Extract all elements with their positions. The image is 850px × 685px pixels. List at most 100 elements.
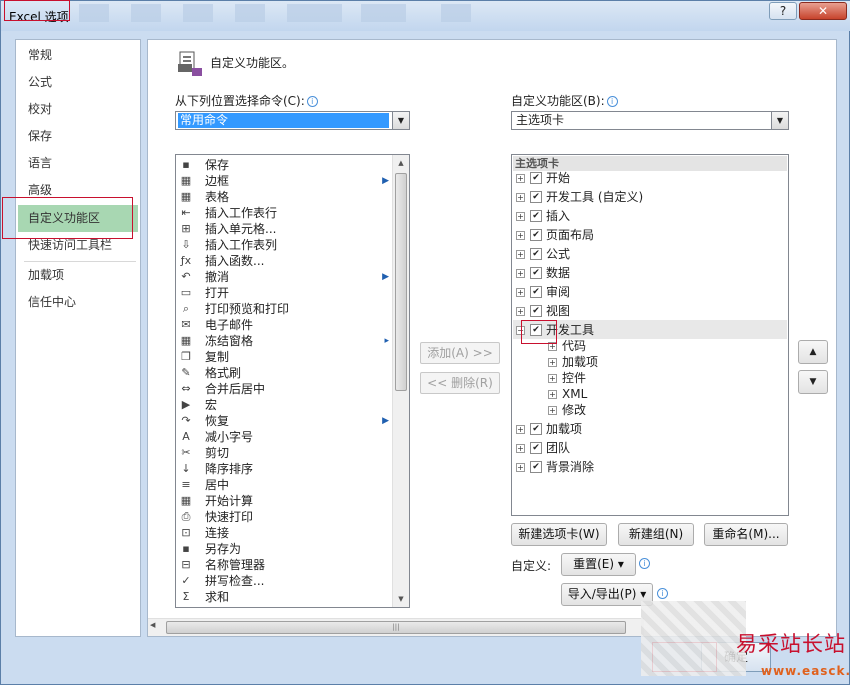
list-item[interactable]: ▦ 表格: [177, 189, 391, 205]
tree-tab-node[interactable]: + ✔ 开始: [512, 169, 786, 187]
list-item[interactable]: ▪ 保存: [177, 157, 391, 173]
expand-icon[interactable]: +: [516, 288, 525, 297]
tab-checkbox[interactable]: ✔: [530, 442, 542, 454]
sidebar-item-save[interactable]: 保存: [28, 125, 52, 147]
scroll-up-icon[interactable]: ▲: [393, 155, 409, 171]
tab-checkbox[interactable]: ✔: [530, 423, 542, 435]
list-item[interactable]: ↓ 降序排序: [177, 461, 391, 477]
tab-checkbox[interactable]: ✔: [530, 172, 542, 184]
sidebar-item-formulas[interactable]: 公式: [28, 71, 52, 93]
add-button[interactable]: 添加(A) >>: [420, 342, 500, 364]
tree-tab-node[interactable]: + ✔ 背景消除: [512, 458, 786, 476]
command-list[interactable]: ▪ 保存 ▦ 边框 ▶ ▦ 表格 ⇤ 插入工作表行 ⊞ 插入单元格... ⇩ 插入工作表列 ƒx 插入函数.…: [175, 154, 410, 608]
new-group-button[interactable]: 新建组(N): [618, 523, 694, 546]
move-down-button[interactable]: ▼: [798, 370, 828, 394]
reset-button[interactable]: 重置(E) ▾: [561, 553, 636, 576]
tree-tab-node[interactable]: + ✔ 审阅: [512, 283, 786, 301]
tab-checkbox[interactable]: ✔: [530, 461, 542, 473]
list-item[interactable]: ▪ 另存为: [177, 541, 391, 557]
sidebar-item-trust-center[interactable]: 信任中心: [28, 291, 76, 313]
list-item[interactable]: ⇩ 插入工作表列: [177, 237, 391, 253]
tab-checkbox[interactable]: ✔: [530, 248, 542, 260]
list-item[interactable]: ▶ 宏: [177, 397, 391, 413]
tree-tab-node[interactable]: + ✔ 插入: [512, 207, 786, 225]
ribbon-tree[interactable]: 主选项卡 + ✔ 开始 + ✔ 开发工具 (自定义) + ✔ 插入 + ✔ 页面布局 + ✔ 公式 + ✔ 数据 +…: [511, 154, 789, 516]
list-item[interactable]: ▦ 冻结窗格 ▸: [177, 333, 391, 349]
left-source-label: 从下列位置选择命令(C): i: [175, 92, 318, 109]
list-item[interactable]: ▭ 打开: [177, 285, 391, 301]
list-item[interactable]: ▦ 边框 ▶: [177, 173, 391, 189]
sidebar-item-proofing[interactable]: 校对: [28, 98, 52, 120]
list-item[interactable]: ⌕ 打印预览和打印: [177, 301, 391, 317]
move-up-button[interactable]: ▲: [798, 340, 828, 364]
tree-tab-node[interactable]: + ✔ 团队: [512, 439, 786, 457]
tab-checkbox[interactable]: ✔: [530, 267, 542, 279]
import-export-button[interactable]: 导入/导出(P) ▾: [561, 583, 653, 606]
tree-tab-node[interactable]: + ✔ 公式: [512, 245, 786, 263]
list-item[interactable]: ⊡ 连接: [177, 525, 391, 541]
list-item[interactable]: ⇔ 合并后居中: [177, 381, 391, 397]
tree-tab-node[interactable]: + ✔ 页面布局: [512, 226, 786, 244]
expand-icon[interactable]: +: [516, 307, 525, 316]
expand-icon[interactable]: +: [516, 444, 525, 453]
command-source-dropdown[interactable]: 常用命令 ▼: [175, 111, 410, 130]
command-list-scrollbar[interactable]: ▲ ▼: [392, 155, 409, 607]
sidebar-item-add-ins[interactable]: 加载项: [28, 264, 64, 286]
tree-tab-node[interactable]: + ✔ 视图: [512, 302, 786, 320]
tab-checkbox[interactable]: ✔: [530, 229, 542, 241]
list-item[interactable]: A 减小字号: [177, 429, 391, 445]
list-item[interactable]: ƒx 插入函数...: [177, 253, 391, 269]
calculator-icon: ▦: [180, 494, 192, 507]
list-item[interactable]: ✉ 电子邮件: [177, 317, 391, 333]
close-button[interactable]: ✕: [799, 2, 847, 20]
tree-tab-node[interactable]: + ✔ 加载项: [512, 420, 786, 438]
list-item[interactable]: ↷ 恢复 ▶: [177, 413, 391, 429]
list-item[interactable]: ▦ 开始计算: [177, 493, 391, 509]
scroll-left-icon[interactable]: ◀: [150, 621, 155, 629]
list-item-label: 格式刷: [205, 366, 242, 380]
sidebar-item-language[interactable]: 语言: [28, 152, 52, 174]
tab-checkbox[interactable]: ✔: [530, 286, 542, 298]
tab-checkbox[interactable]: ✔: [530, 305, 542, 317]
list-item[interactable]: ✎ 格式刷: [177, 365, 391, 381]
expand-icon[interactable]: +: [516, 463, 525, 472]
expand-icon[interactable]: +: [548, 390, 557, 399]
list-item[interactable]: ⊟ 名称管理器: [177, 557, 391, 573]
expand-icon[interactable]: +: [516, 174, 525, 183]
list-item[interactable]: ≡ 居中: [177, 477, 391, 493]
dropdown-arrow-icon[interactable]: ▼: [392, 112, 409, 129]
dropdown-arrow-icon[interactable]: ▼: [771, 112, 788, 129]
rename-button[interactable]: 重命名(M)...: [704, 523, 788, 546]
tree-tab-node[interactable]: + ✔ 数据: [512, 264, 786, 282]
expand-icon[interactable]: +: [516, 425, 525, 434]
list-item[interactable]: ✓ 拼写检查...: [177, 573, 391, 589]
list-item[interactable]: ↶ 撤消 ▶: [177, 269, 391, 285]
help-button[interactable]: ?: [769, 2, 797, 20]
expand-icon[interactable]: +: [548, 358, 557, 367]
scroll-thumb[interactable]: |||: [166, 621, 626, 634]
tab-checkbox[interactable]: ✔: [530, 210, 542, 222]
list-item[interactable]: ⇤ 插入工作表行: [177, 205, 391, 221]
list-item[interactable]: ❐ 复制: [177, 349, 391, 365]
new-tab-button[interactable]: 新建选项卡(W): [511, 523, 607, 546]
expand-icon[interactable]: +: [516, 250, 525, 259]
expand-icon[interactable]: +: [516, 212, 525, 221]
horizontal-scrollbar[interactable]: ◀ |||: [148, 618, 644, 636]
expand-icon[interactable]: +: [516, 269, 525, 278]
scroll-down-icon[interactable]: ▼: [393, 591, 409, 607]
tree-group-node[interactable]: + 修改: [512, 401, 786, 419]
tree-tab-node[interactable]: + ✔ 开发工具 (自定义): [512, 188, 786, 206]
sidebar-item-general[interactable]: 常规: [28, 44, 52, 66]
expand-icon[interactable]: +: [516, 193, 525, 202]
ribbon-tabs-dropdown[interactable]: 主选项卡 ▼: [511, 111, 789, 130]
list-item[interactable]: Σ 求和: [177, 589, 391, 605]
expand-icon[interactable]: +: [548, 406, 557, 415]
scroll-thumb[interactable]: [395, 173, 407, 391]
tab-checkbox[interactable]: ✔: [530, 191, 542, 203]
expand-icon[interactable]: +: [548, 374, 557, 383]
list-item[interactable]: ⊞ 插入单元格...: [177, 221, 391, 237]
expand-icon[interactable]: +: [516, 231, 525, 240]
list-item[interactable]: ✂ 剪切: [177, 445, 391, 461]
remove-button[interactable]: << 删除(R): [420, 372, 500, 394]
list-item[interactable]: ⎙ 快速打印: [177, 509, 391, 525]
